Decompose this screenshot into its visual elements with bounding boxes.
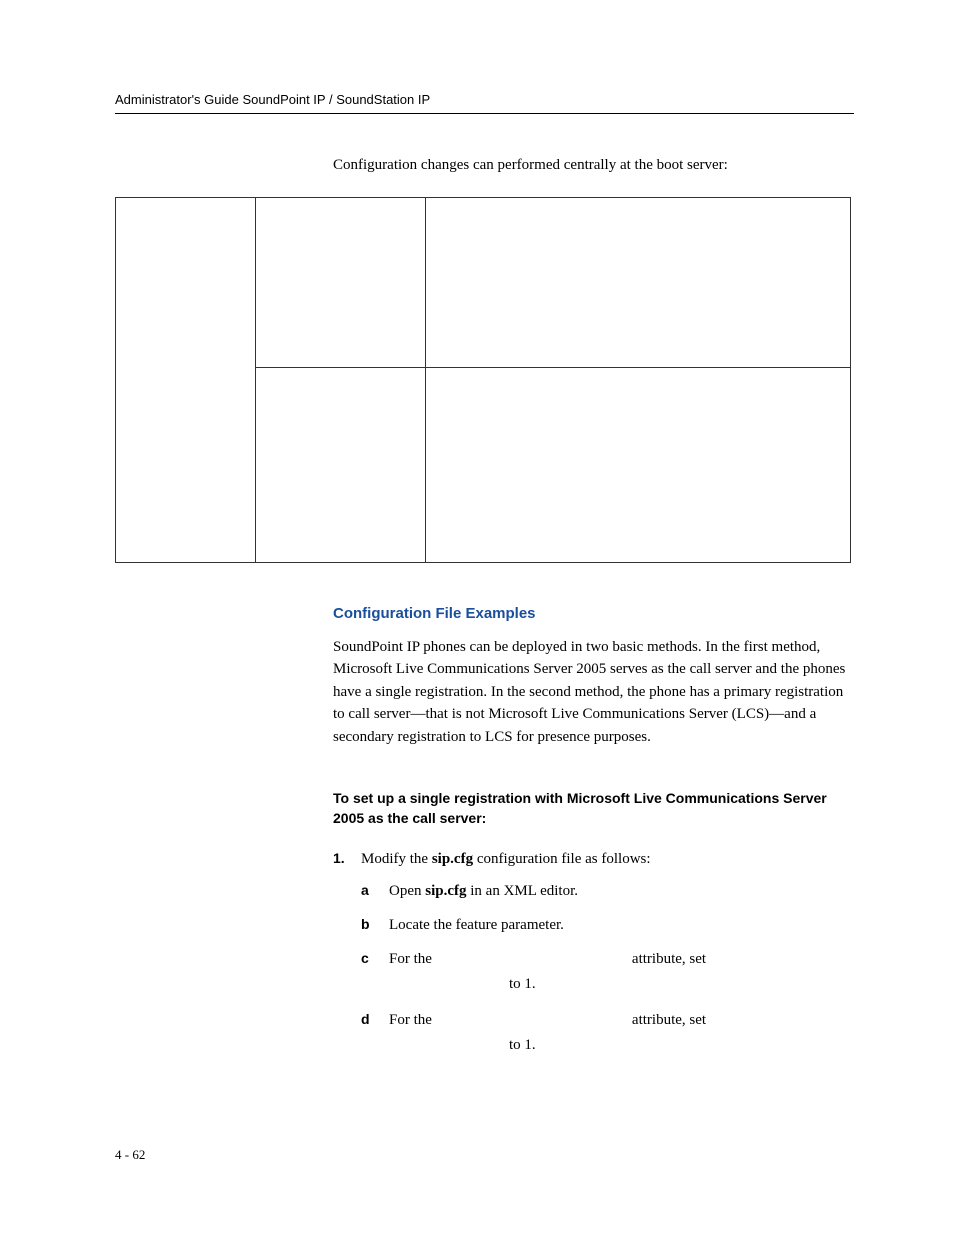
sub-letter: b (361, 913, 389, 937)
task-heading: To set up a single registration with Mic… (333, 788, 854, 829)
sub-text-pre: For the (389, 951, 432, 967)
list-item: 1. Modify the sip.cfg configuration file… (333, 847, 854, 1069)
sub-letter: c (361, 947, 389, 998)
step-text-bold: sip.cfg (432, 851, 473, 867)
section-heading: Configuration File Examples (333, 605, 854, 622)
step-number: 1. (333, 847, 361, 1069)
sub-text-post: attribute, set (632, 951, 706, 967)
step-text-pre: Modify the (361, 851, 432, 867)
sub-text-to: to 1. (389, 972, 854, 998)
sub-text-post: attribute, set (632, 1012, 706, 1028)
running-header: Administrator's Guide SoundPoint IP / So… (115, 92, 854, 107)
table-cell (426, 197, 851, 367)
list-item: d For the attribute, set to 1. (361, 1008, 854, 1059)
sub-text: Locate the feature parameter. (389, 913, 854, 937)
numbered-list: 1. Modify the sip.cfg configuration file… (333, 847, 854, 1069)
sub-text-pre: For the (389, 1012, 432, 1028)
table-cell (426, 367, 851, 562)
sub-text-pre: Open (389, 883, 425, 899)
config-table (115, 197, 851, 563)
list-item: b Locate the feature parameter. (361, 913, 854, 937)
table-cell (116, 197, 256, 562)
lead-paragraph: Configuration changes can performed cent… (333, 154, 854, 177)
sub-letter: a (361, 879, 389, 903)
sub-text-post: in an XML editor. (467, 883, 579, 899)
header-rule (115, 113, 854, 114)
sub-text-bold: sip.cfg (425, 883, 466, 899)
table-cell (256, 367, 426, 562)
sub-text-to: to 1. (389, 1033, 854, 1059)
list-item: a Open sip.cfg in an XML editor. (361, 879, 854, 903)
page-number: 4 - 62 (115, 1147, 145, 1163)
step-text-post: configuration file as follows: (473, 851, 650, 867)
list-item: c For the attribute, set to 1. (361, 947, 854, 998)
section-body: SoundPoint IP phones can be deployed in … (333, 636, 854, 749)
sub-letter: d (361, 1008, 389, 1059)
table-cell (256, 197, 426, 367)
